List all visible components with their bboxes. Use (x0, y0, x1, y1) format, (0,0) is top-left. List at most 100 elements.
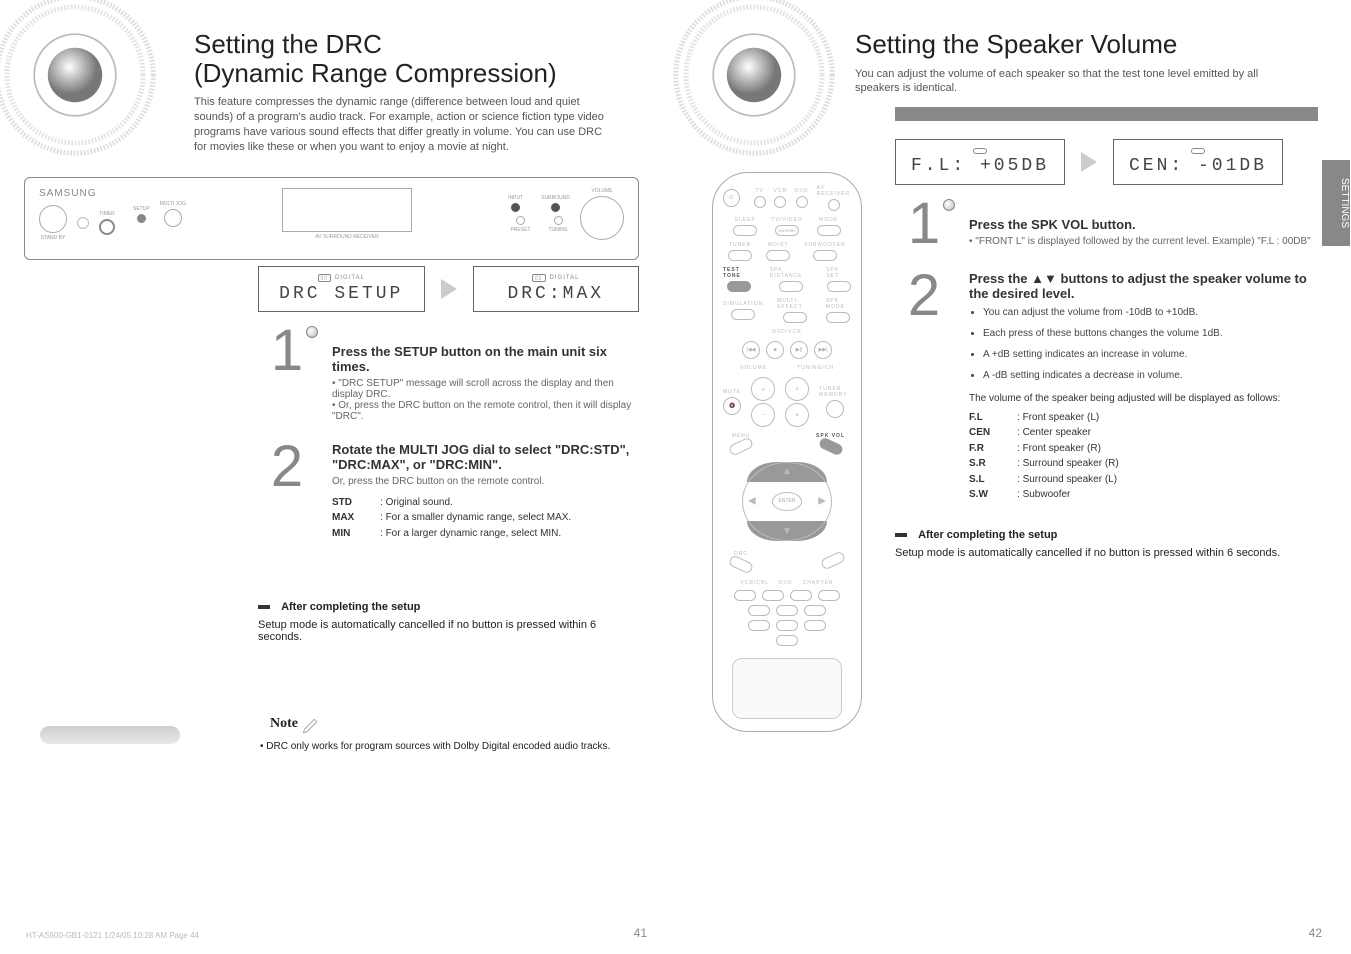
multi-effect-button (783, 312, 807, 323)
note-text: • DRC only works for program sources wit… (260, 740, 620, 754)
outro-heading: After completing the setup (281, 601, 420, 613)
opt-std: STD: Original sound. (332, 495, 639, 511)
mute-button: 🔇 (723, 397, 741, 415)
lcd-readout-1: F.L: +05DB (895, 139, 1065, 185)
block-bullet-icon (258, 605, 270, 609)
page-title-line2: (Dynamic Range Compression) (194, 59, 639, 88)
step2-detail: Or, press the DRC button on the remote c… (332, 476, 639, 487)
surround-button (551, 203, 560, 212)
dpad-down-icon: ▼ (742, 526, 832, 537)
mode-vcr (774, 196, 786, 208)
dpad-up-icon: ▲ (742, 466, 832, 477)
enter-button: ENTER (772, 492, 802, 511)
step-number-2: 2 (895, 271, 953, 503)
step1-detail-a: • "DRC SETUP" message will scroll across… (332, 378, 639, 400)
step-number-1: 1 (258, 326, 316, 422)
side-tab-settings: SETTINGS (1322, 160, 1350, 246)
tvvideo-button: ON/STBY (775, 225, 799, 236)
step2-bullet: A +dB setting indicates an increase in v… (983, 347, 1318, 362)
level-fr: F.R: Front speaker (R) (969, 441, 1318, 457)
volume-knob (580, 196, 624, 240)
setup-button (137, 214, 146, 223)
next-button: ▶▶| (814, 341, 832, 359)
opt-min: MIN: For a larger dynamic range, select … (332, 526, 639, 542)
level-sl: S.L: Surround speaker (L) (969, 472, 1318, 488)
outro-text: Setup mode is automatically cancelled if… (258, 619, 639, 643)
standby-button (39, 205, 67, 233)
receiver-caption: AV SURROUND RECEIVER (315, 234, 379, 240)
opt-max: MAX: For a smaller dynamic range, select… (332, 510, 639, 526)
step1-detail: • "FRONT L" is displayed followed by the… (969, 236, 1318, 247)
level-sr: S.R: Surround speaker (R) (969, 456, 1318, 472)
spk-distance-button (779, 281, 803, 292)
pencil-icon (301, 716, 321, 734)
level-sw: S.W: Subwoofer (969, 487, 1318, 503)
page-intro: You can adjust the volume of each speake… (855, 67, 1275, 97)
button-icon (306, 326, 318, 338)
tuner-memory-button (826, 400, 844, 418)
page-title-line1: Setting the DRC (194, 30, 639, 59)
tune-down-button: ∨ (785, 403, 809, 427)
tune-up-button: ∧ (785, 377, 809, 401)
page-number: 41 (634, 926, 647, 940)
tuning-button (554, 216, 563, 225)
arrow-right-icon (441, 279, 457, 299)
dpad-right-icon: ▶ (818, 496, 826, 507)
mode-dvd (796, 196, 808, 208)
tuner-button (728, 250, 752, 261)
receiver-lcd (282, 188, 412, 232)
key-3 (790, 590, 812, 601)
page-number: 42 (1309, 926, 1322, 940)
speaker-deco (0, 0, 160, 160)
title-underline (895, 107, 1318, 121)
power-button: ⏻ (723, 189, 740, 207)
play-pause-button: ▶|| (790, 341, 808, 359)
key-6 (804, 605, 826, 616)
key-0 (776, 635, 798, 646)
lcd-readout-1: ▯▯DIGITAL DRC SETUP (258, 266, 425, 312)
vol-up-button: ＋ (751, 377, 775, 401)
dvdvcr-label: DVD/VCR (772, 329, 802, 335)
outro-text: Setup mode is automatically cancelled if… (895, 547, 1318, 559)
page-title: Setting the Speaker Volume (855, 30, 1318, 59)
spk-mode-button (826, 312, 850, 323)
step2-bullet: A -dB setting indicates a decrease in vo… (983, 368, 1318, 383)
lcd-readout-2: ▯▯DIGITAL DRC:MAX (473, 266, 640, 312)
mode-tv (754, 196, 766, 208)
prev-button: |◀◀ (742, 341, 760, 359)
spk-set-button (827, 281, 851, 292)
block-bullet-icon (895, 533, 907, 537)
key-7 (748, 620, 770, 631)
remote-base (732, 658, 842, 719)
step2-heading: Press the ▲▼ buttons to adjust the speak… (969, 271, 1318, 301)
step2-bullet: Each press of these buttons changes the … (983, 326, 1318, 341)
key-8 (776, 620, 798, 631)
multijog-knob (164, 209, 182, 227)
arrow-right-icon (1081, 152, 1097, 172)
note-label: Note (270, 716, 298, 731)
spk-vol-button (817, 436, 843, 456)
key-4 (748, 605, 770, 616)
sleep-button (733, 225, 757, 236)
drc-button (728, 554, 754, 574)
button-icon (943, 199, 955, 211)
led-dot (77, 217, 89, 229)
vol-down-button: − (751, 403, 775, 427)
test-tone-button (727, 281, 751, 292)
outro-heading: After completing the setup (918, 529, 1057, 541)
extra-button (820, 550, 846, 570)
input-button (511, 203, 520, 212)
page-intro: This feature compresses the dynamic rang… (194, 95, 614, 154)
step2-heading: Rotate the MULTI JOG dial to select "DRC… (332, 442, 639, 472)
dpad: ENTER ▲ ▼ ◀ ▶ (742, 462, 832, 541)
menu-button (728, 436, 754, 456)
levels-intro: The volume of the speaker being adjusted… (969, 393, 1318, 404)
preset-button (516, 216, 525, 225)
step1-heading: Press the SETUP button on the main unit … (332, 344, 639, 374)
key-2 (762, 590, 784, 601)
step-number-2: 2 (258, 442, 316, 542)
note-pill (40, 726, 180, 744)
receiver-front-panel: SAMSUNG STAND BY TIMER SETUP MULTI JOG A… (24, 177, 639, 260)
step1-heading: Press the SPK VOL button. (969, 217, 1318, 232)
level-cen: CEN: Center speaker (969, 425, 1318, 441)
